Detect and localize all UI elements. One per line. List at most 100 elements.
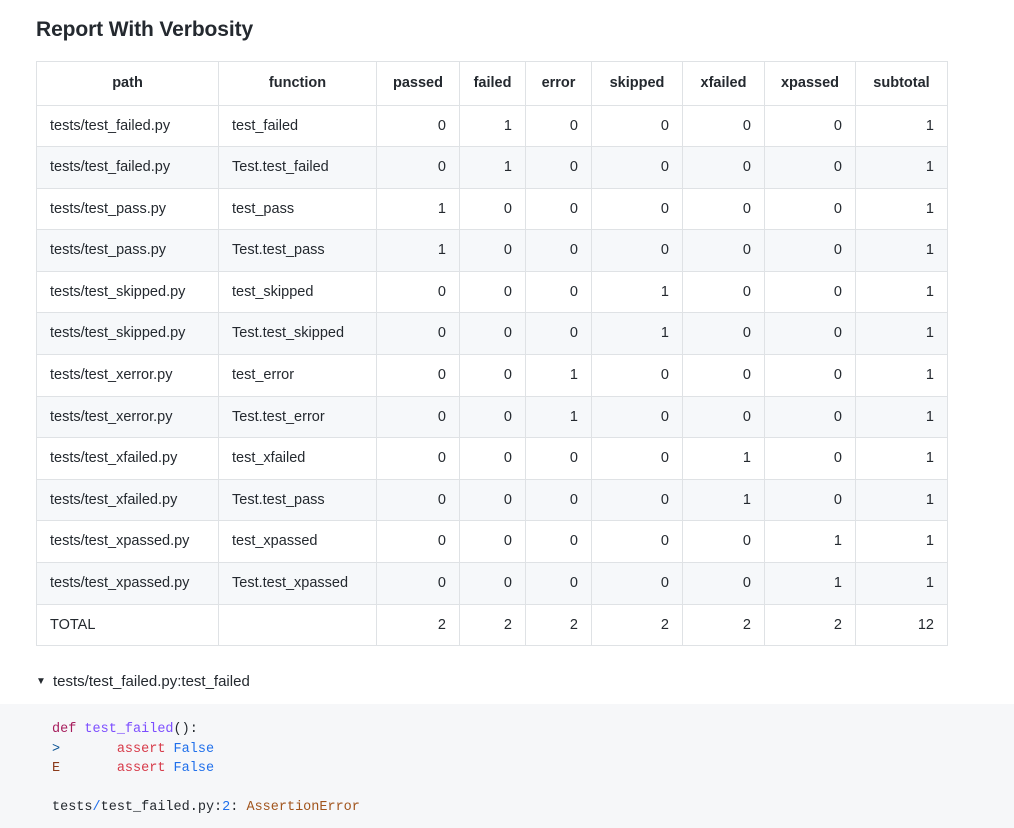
triangle-down-icon[interactable]: ▼ (36, 676, 46, 687)
cell-path: tests/test_failed.py (36, 104, 219, 148)
cell-skipped: 1 (591, 312, 683, 356)
cell-error: 0 (525, 104, 592, 148)
column-header-function[interactable]: function (218, 61, 377, 106)
cell-failed: 1 (459, 146, 526, 189)
cell-function: Test.test_xpassed (218, 561, 377, 605)
cell-function: Test.test_error (218, 395, 377, 439)
cell-xpassed: 1 (764, 520, 856, 563)
cell-error: 0 (525, 270, 592, 314)
cell-skipped: 0 (591, 561, 683, 605)
cell-xfailed: 0 (682, 395, 765, 439)
cell-function: test_failed (218, 104, 377, 148)
table-body: tests/test_failed.py test_failed 0 1 0 0 0 0 1 te… (36, 104, 948, 647)
cell-xfailed: 0 (682, 354, 765, 397)
cell-path: TOTAL (36, 603, 219, 647)
code-line-5: tests/test_failed.py:2: AssertionError (52, 798, 1014, 818)
code-assert-keyword-2: assert (116, 761, 166, 777)
column-header-skipped[interactable]: skipped (591, 61, 683, 106)
table-row: tests/test_xpassed.py Test.test_xpassed 0 0… (36, 561, 948, 605)
report-page: Report With Verbosity path function pass… (0, 0, 1014, 828)
cell-skipped: 0 (591, 187, 683, 231)
cell-xfailed: 0 (682, 187, 765, 231)
column-header-xpassed[interactable]: xpassed (764, 61, 856, 106)
cell-xpassed: 0 (764, 187, 856, 231)
cell-subtotal: 1 (855, 354, 948, 397)
cell-error: 0 (525, 187, 592, 231)
cell-path: tests/test_pass.py (36, 229, 219, 272)
cell-function: test_error (218, 354, 377, 397)
code-constant-false-2: False (173, 761, 215, 777)
cell-xfailed: 0 (682, 146, 765, 189)
cell-xpassed: 0 (764, 104, 856, 148)
cell-function: test_pass (218, 187, 377, 231)
cell-function: Test.test_skipped (218, 312, 377, 356)
cell-passed: 0 (376, 146, 460, 189)
code-punct: (): (173, 722, 198, 738)
cell-skipped: 0 (591, 354, 683, 397)
cell-path: tests/test_xfailed.py (36, 478, 219, 522)
cell-xfailed: 0 (682, 520, 765, 563)
cell-error: 0 (525, 520, 592, 563)
cell-xpassed: 0 (764, 437, 856, 480)
cell-skipped: 2 (591, 603, 683, 647)
cell-function: Test.test_pass (218, 478, 377, 522)
table-total-row: TOTAL 2 2 2 2 2 2 12 (36, 603, 948, 647)
code-gutter-marker: > (52, 741, 61, 757)
cell-error: 1 (525, 395, 592, 439)
cell-passed: 0 (376, 270, 460, 314)
column-header-error[interactable]: error (525, 61, 592, 106)
table-row: tests/test_skipped.py Test.test_skipped 0 0… (36, 312, 948, 356)
column-header-path[interactable]: path (36, 61, 219, 106)
cell-skipped: 0 (591, 478, 683, 522)
table-row: tests/test_failed.py Test.test_failed 0 1 0 0… (36, 146, 948, 189)
cell-subtotal: 1 (855, 478, 948, 522)
cell-failed: 1 (459, 104, 526, 148)
cell-path: tests/test_skipped.py (36, 270, 219, 314)
column-header-passed[interactable]: passed (376, 61, 460, 106)
cell-function: Test.test_failed (218, 146, 377, 189)
cell-error: 0 (525, 229, 592, 272)
column-header-subtotal[interactable]: subtotal (855, 61, 948, 106)
code-line-3: E assert False (52, 759, 1014, 779)
code-path-prefix: tests (52, 800, 93, 816)
cell-xfailed: 1 (682, 478, 765, 522)
cell-xfailed: 0 (682, 229, 765, 272)
cell-failed: 2 (459, 603, 526, 647)
code-constant-false: False (173, 741, 215, 757)
cell-xfailed: 0 (682, 270, 765, 314)
code-path-file: test_failed.py: (100, 800, 223, 816)
cell-xpassed: 0 (764, 229, 856, 272)
cell-skipped: 0 (591, 146, 683, 189)
table-header: path function passed failed error skippe… (36, 61, 948, 106)
column-header-failed[interactable]: failed (459, 61, 526, 106)
cell-skipped: 0 (591, 229, 683, 272)
cell-function: test_xpassed (218, 520, 377, 563)
cell-failed: 0 (459, 561, 526, 605)
cell-skipped: 0 (591, 520, 683, 563)
cell-error: 1 (525, 354, 592, 397)
cell-xpassed: 2 (764, 603, 856, 647)
table-row: tests/test_pass.py Test.test_pass 1 0 0 0 0 0 1 (36, 229, 948, 272)
cell-error: 0 (525, 478, 592, 522)
cell-subtotal: 1 (855, 437, 948, 480)
cell-error: 0 (525, 146, 592, 189)
column-header-xfailed[interactable]: xfailed (682, 61, 765, 106)
cell-xpassed: 1 (764, 561, 856, 605)
code-exception-name: AssertionError (246, 800, 360, 816)
table-row: tests/test_xfailed.py test_xfailed 0 0 0 0 1 0 1 (36, 437, 948, 480)
cell-xpassed: 0 (764, 312, 856, 356)
detail-block-0: ▼ tests/test_failed.py:test_failed def t… (0, 671, 1014, 828)
code-line-2: > assert False (52, 740, 1014, 760)
detail-summary-0[interactable]: ▼ tests/test_failed.py:test_failed (0, 671, 1014, 692)
cell-skipped: 0 (591, 395, 683, 439)
cell-path: tests/test_xpassed.py (36, 520, 219, 563)
cell-skipped: 0 (591, 437, 683, 480)
verbosity-report-table: path function passed failed error skippe… (36, 61, 948, 647)
cell-path: tests/test_xerror.py (36, 395, 219, 439)
table-header-row: path function passed failed error skippe… (36, 61, 948, 106)
cell-path: tests/test_skipped.py (36, 312, 219, 356)
cell-xpassed: 0 (764, 478, 856, 522)
cell-function: test_xfailed (218, 437, 377, 480)
cell-failed: 0 (459, 520, 526, 563)
cell-passed: 0 (376, 478, 460, 522)
